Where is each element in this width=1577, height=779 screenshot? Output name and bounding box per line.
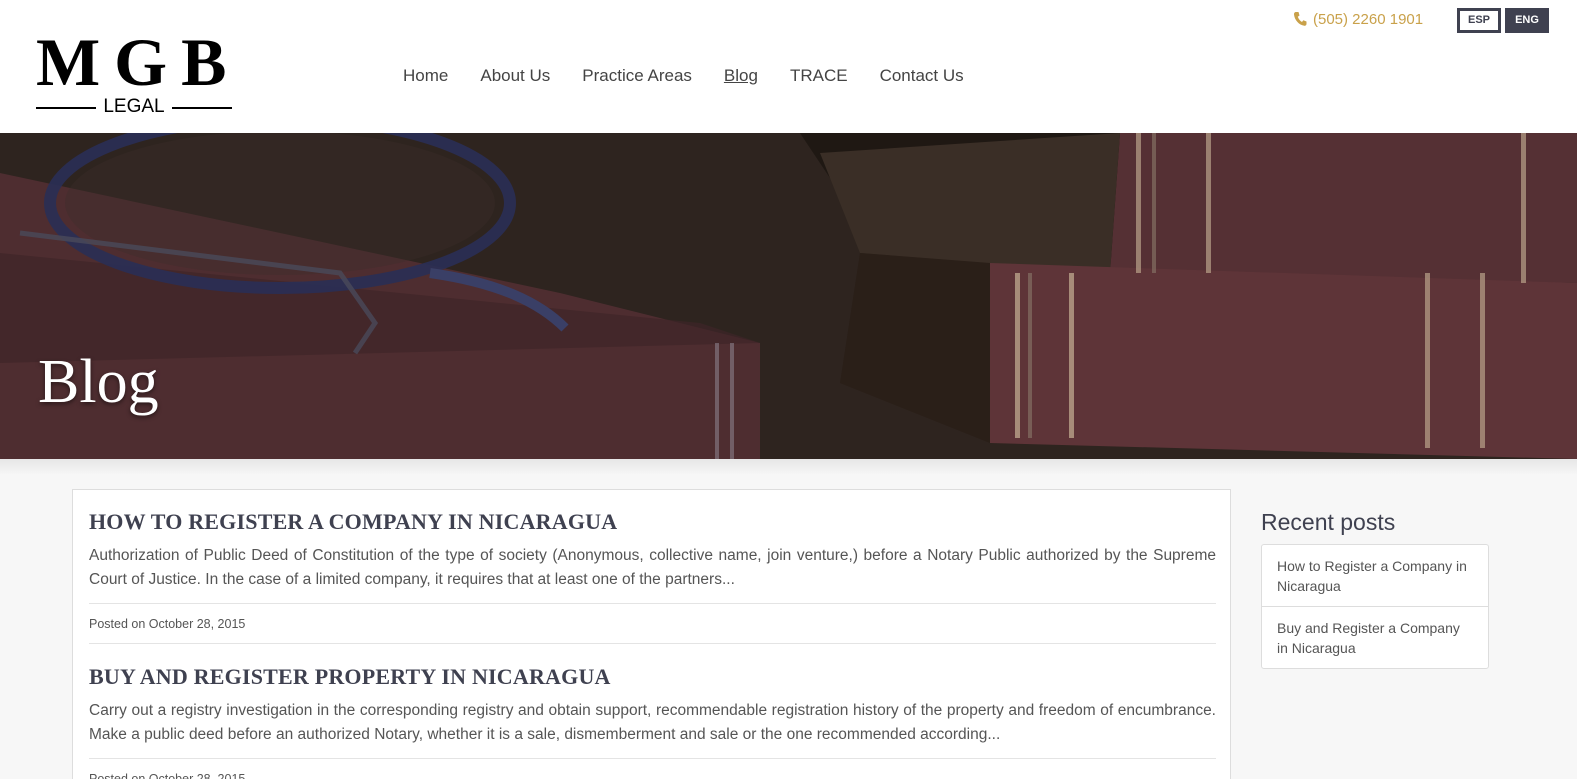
phone-link[interactable]: (505) 2260 1901 <box>1293 8 1423 30</box>
logo-sub-text: LEGAL <box>103 96 165 117</box>
post-item: BUY AND REGISTER PROPERTY IN NICARAGUA C… <box>89 663 1216 747</box>
post-excerpt: Carry out a registry investigation in th… <box>89 702 1216 743</box>
nav-contact-us[interactable]: Contact Us <box>880 64 964 88</box>
post-divider <box>89 603 1216 604</box>
logo-rule-right <box>172 107 232 109</box>
hero-background-image <box>0 133 1577 459</box>
post-title[interactable]: BUY AND REGISTER PROPERTY IN NICARAGUA <box>89 663 1216 691</box>
post-divider <box>89 758 1216 759</box>
post-item: HOW TO REGISTER A COMPANY IN NICARAGUA A… <box>89 508 1216 592</box>
recent-post-link[interactable]: Buy and Register a Company in Nicaragua <box>1262 606 1488 668</box>
hero-title: Blog <box>38 348 159 416</box>
nav-about-us[interactable]: About Us <box>480 64 550 88</box>
logo-main-text: MGB <box>36 24 241 100</box>
recent-post-link[interactable]: How to Register a Company in Nicaragua <box>1262 545 1488 606</box>
logo-rule-left <box>36 107 96 109</box>
post-date: Posted on October 28, 2015 <box>89 617 246 631</box>
lang-eng-button[interactable]: ENG <box>1505 8 1549 33</box>
nav-practice-areas[interactable]: Practice Areas <box>582 64 692 88</box>
hero-banner: Blog <box>0 133 1577 459</box>
phone-icon <box>1293 12 1307 26</box>
site-header: MGB LEGAL Home About Us Practice Areas B… <box>0 0 1577 133</box>
mgb-legal-logo[interactable]: MGB LEGAL <box>36 24 241 118</box>
logo-sub-row: LEGAL <box>36 96 232 118</box>
hero-shadow <box>0 459 1577 475</box>
nav-trace[interactable]: TRACE <box>790 64 848 88</box>
post-title[interactable]: HOW TO REGISTER A COMPANY IN NICARAGUA <box>89 508 1216 536</box>
nav-blog[interactable]: Blog <box>724 64 758 88</box>
post-divider <box>89 643 1216 644</box>
blog-post-list: HOW TO REGISTER A COMPANY IN NICARAGUA A… <box>72 489 1231 779</box>
phone-number: (505) 2260 1901 <box>1313 10 1424 28</box>
nav-home[interactable]: Home <box>403 64 448 88</box>
recent-posts-heading: Recent posts <box>1261 509 1396 535</box>
lang-esp-button[interactable]: ESP <box>1457 8 1501 33</box>
main-nav: Home About Us Practice Areas Blog TRACE … <box>403 64 996 88</box>
post-excerpt: Authorization of Public Deed of Constitu… <box>89 547 1216 588</box>
post-date: Posted on October 28, 2015 <box>89 772 246 779</box>
recent-posts-list: How to Register a Company in Nicaragua B… <box>1261 544 1489 669</box>
